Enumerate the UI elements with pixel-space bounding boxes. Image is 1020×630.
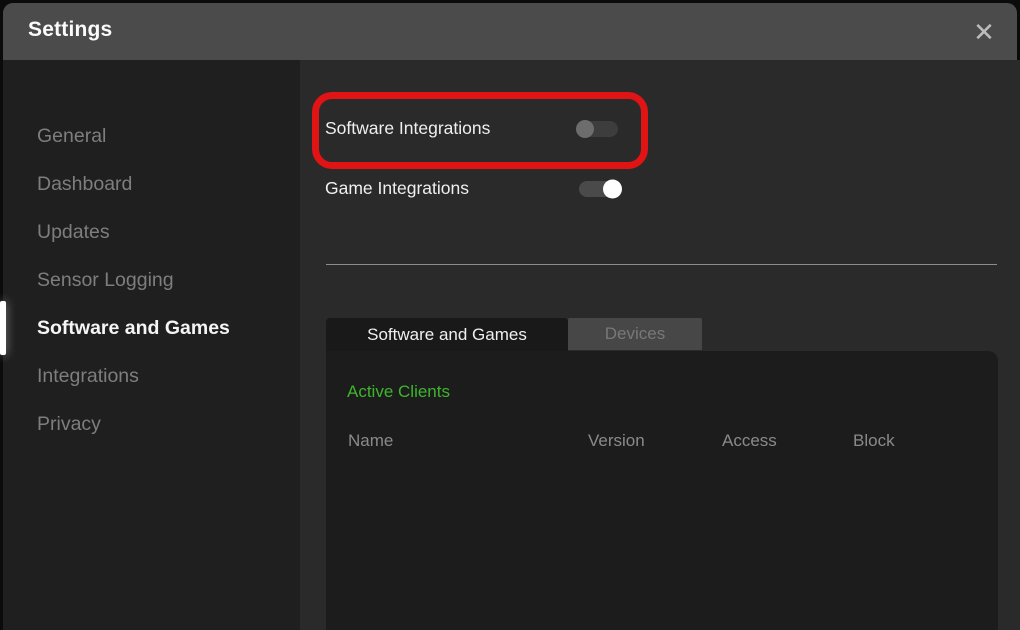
sidebar-item-privacy[interactable]: Privacy [3,400,300,448]
column-header-access: Access [722,431,777,451]
sidebar-item-general[interactable]: General [3,112,300,160]
sidebar-item-software-and-games[interactable]: Software and Games [3,304,300,352]
active-item-indicator [0,301,6,355]
column-header-name: Name [348,431,393,451]
column-header-version: Version [588,431,645,451]
sidebar-item-dashboard[interactable]: Dashboard [3,160,300,208]
tab-devices[interactable]: Devices [568,318,702,350]
clients-panel: Active Clients Name Version Access Block [326,351,998,630]
sidebar: General Dashboard Updates Sensor Logging… [3,60,300,630]
game-integrations-toggle[interactable] [579,181,619,197]
software-integrations-label: Software Integrations [325,118,490,139]
column-header-block: Block [853,431,895,451]
window-title: Settings [28,18,112,42]
sidebar-item-updates[interactable]: Updates [3,208,300,256]
tab-software-and-games[interactable]: Software and Games [326,318,568,352]
game-integrations-label: Game Integrations [325,178,469,199]
sidebar-item-integrations[interactable]: Integrations [3,352,300,400]
divider [326,264,997,265]
titlebar: Settings ✕ [3,3,1017,60]
sidebar-item-sensor-logging[interactable]: Sensor Logging [3,256,300,304]
software-integrations-toggle[interactable] [578,121,618,137]
sidebar-nav: General Dashboard Updates Sensor Logging… [3,60,300,448]
content-area: Software Integrations Game Integrations … [300,60,1020,630]
active-clients-title: Active Clients [347,382,450,402]
toggle-knob [603,180,622,199]
close-icon[interactable]: ✕ [965,13,1003,51]
toggle-knob [576,120,594,138]
